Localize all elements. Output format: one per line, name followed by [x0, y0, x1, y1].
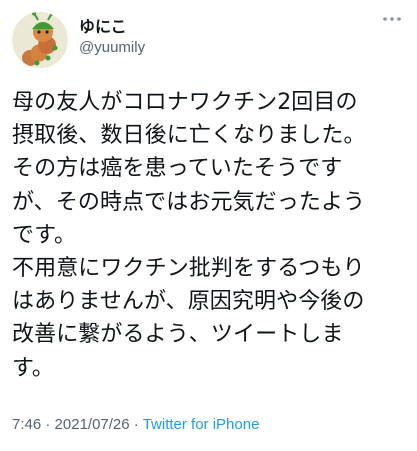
more-options-icon[interactable] — [377, 8, 407, 30]
tweet-text-line: 改善に繋がるよう、ツイートしま — [12, 322, 344, 348]
caterpillar-avatar-icon[interactable] — [12, 12, 68, 68]
tweet-text-line: 不用意にワクチン批判をするつもり — [12, 256, 365, 282]
meta-separator: · — [41, 416, 55, 433]
tweet-text: 母の友人がコロナワクチン2回目の 摂取後、数日後に亡くなりました。 その方は癌を… — [12, 86, 410, 385]
tweet-card: ゆにこ @yuumily 母の友人がコロナワクチン2回目の 摂取後、数日後に亡く… — [0, 0, 417, 451]
tweet-metadata: 7:46 · 2021/07/26 · Twitter for iPhone — [12, 415, 259, 435]
tweet-text-line: はありませんが、原因究明や今後の — [12, 289, 365, 315]
tweet-time[interactable]: 7:46 — [12, 416, 41, 433]
tweet-text-line: が、その時点ではお元気だったよう — [12, 189, 366, 215]
tweet-text-line: 摂取後、数日後に亡くなりました。 — [12, 123, 366, 149]
tweet-date[interactable]: 2021/07/26 — [55, 416, 130, 433]
author-handle[interactable]: @yuumily — [79, 38, 145, 58]
tweet-text-line: その方は癌を患っていたそうです — [12, 156, 343, 182]
tweet-text-line: す。 — [12, 355, 55, 381]
author-display-name[interactable]: ゆにこ — [79, 17, 127, 37]
meta-separator: · — [129, 416, 143, 433]
tweet-text-line: 母の友人がコロナワクチン2回目の — [12, 90, 358, 115]
tweet-text-line: です。 — [12, 222, 77, 248]
tweet-source-link[interactable]: Twitter for iPhone — [143, 416, 260, 433]
